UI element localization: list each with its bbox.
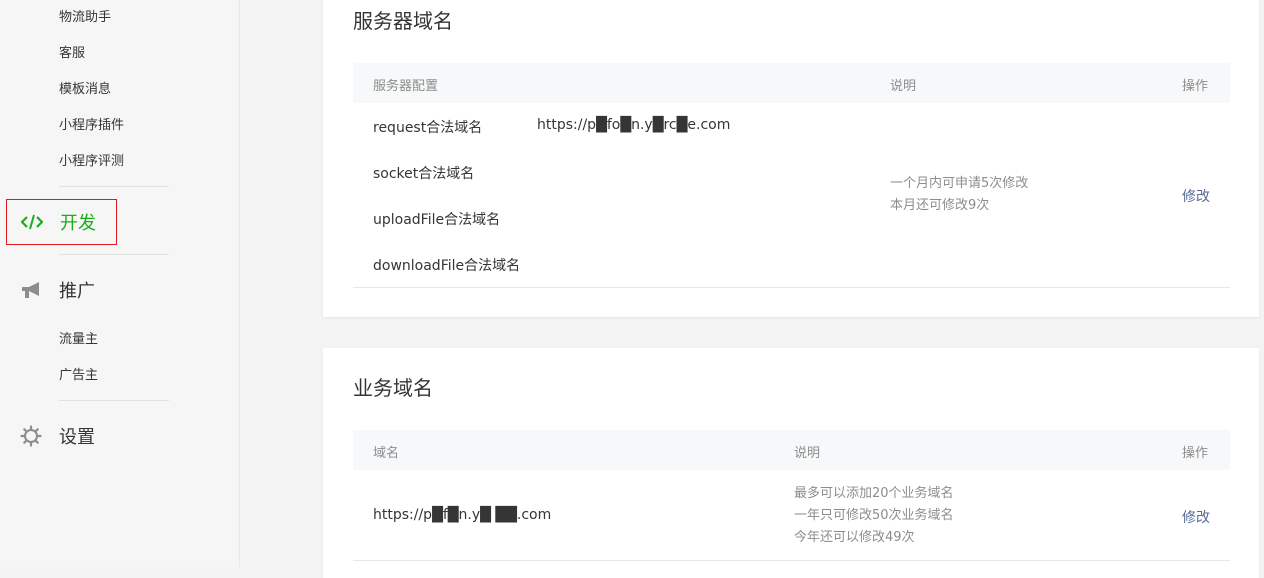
download-domain-label: downloadFile合法域名 bbox=[373, 258, 521, 274]
sidebar-item-evaluation[interactable]: 小程序评测 bbox=[59, 153, 124, 171]
socket-domain-label: socket合法域名 bbox=[373, 166, 475, 182]
sidebar-item-traffic-owner[interactable]: 流量主 bbox=[59, 331, 98, 349]
gear-icon bbox=[20, 425, 42, 447]
sidebar-divider bbox=[59, 400, 169, 401]
business-domain-desc-line: 最多可以添加20个业务域名 bbox=[794, 486, 954, 501]
request-domain-value: https://p█fo█n.y█rc█e.com bbox=[537, 117, 731, 133]
server-domain-desc-line: 一个月内可申请5次修改 bbox=[890, 176, 1029, 191]
business-domain-table-header: 域名 说明 操作 bbox=[353, 430, 1230, 470]
business-domain-desc-line: 今年还可以修改49次 bbox=[794, 530, 915, 545]
server-domain-desc-line: 本月还可修改9次 bbox=[890, 198, 990, 213]
header-op: 操作 bbox=[1182, 79, 1209, 94]
sidebar-section-settings[interactable]: 设置 bbox=[6, 414, 238, 458]
header-server-config: 服务器配置 bbox=[373, 79, 439, 94]
sidebar: 物流助手 客服 模板消息 小程序插件 小程序评测 开发 推广 流量主 广告主 设… bbox=[0, 0, 240, 567]
sidebar-item-customer-service[interactable]: 客服 bbox=[59, 45, 85, 63]
table-divider bbox=[353, 560, 1230, 561]
sidebar-section-promo[interactable]: 推广 bbox=[6, 268, 238, 312]
sidebar-item-template-message[interactable]: 模板消息 bbox=[59, 81, 111, 99]
server-domain-table-header: 服务器配置 说明 操作 bbox=[353, 63, 1230, 103]
business-domain-value: https://p█f█n.y█ ██.com bbox=[373, 507, 552, 523]
business-domain-card: 业务域名 域名 说明 操作 https://p█f█n.y█ ██.com 最多… bbox=[323, 348, 1259, 578]
header-op: 操作 bbox=[1182, 446, 1209, 461]
business-domain-title: 业务域名 bbox=[353, 376, 433, 400]
business-domain-edit-link[interactable]: 修改 bbox=[1182, 507, 1210, 527]
sidebar-divider bbox=[59, 254, 169, 255]
sidebar-item-advertiser[interactable]: 广告主 bbox=[59, 367, 98, 385]
header-domain: 域名 bbox=[373, 446, 400, 461]
upload-domain-label: uploadFile合法域名 bbox=[373, 212, 501, 228]
server-domain-edit-link[interactable]: 修改 bbox=[1182, 186, 1210, 206]
header-desc: 说明 bbox=[794, 446, 821, 461]
business-domain-desc-line: 一年只可修改50次业务域名 bbox=[794, 508, 954, 523]
sidebar-section-dev[interactable]: 开发 bbox=[6, 199, 117, 245]
server-domain-title: 服务器域名 bbox=[353, 9, 453, 33]
table-divider bbox=[353, 287, 1230, 288]
request-domain-label: request合法域名 bbox=[373, 120, 483, 136]
sidebar-section-settings-label: 设置 bbox=[59, 427, 95, 448]
sidebar-item-logistics[interactable]: 物流助手 bbox=[59, 9, 111, 27]
server-domain-card: 服务器域名 服务器配置 说明 操作 request合法域名 https://p█… bbox=[323, 0, 1259, 317]
header-desc: 说明 bbox=[890, 79, 917, 94]
sidebar-item-plugins[interactable]: 小程序插件 bbox=[59, 117, 124, 135]
sidebar-section-promo-label: 推广 bbox=[59, 281, 95, 302]
megaphone-icon bbox=[20, 279, 42, 301]
code-icon bbox=[21, 211, 43, 233]
sidebar-divider bbox=[59, 186, 169, 187]
sidebar-section-dev-label: 开发 bbox=[60, 213, 96, 234]
